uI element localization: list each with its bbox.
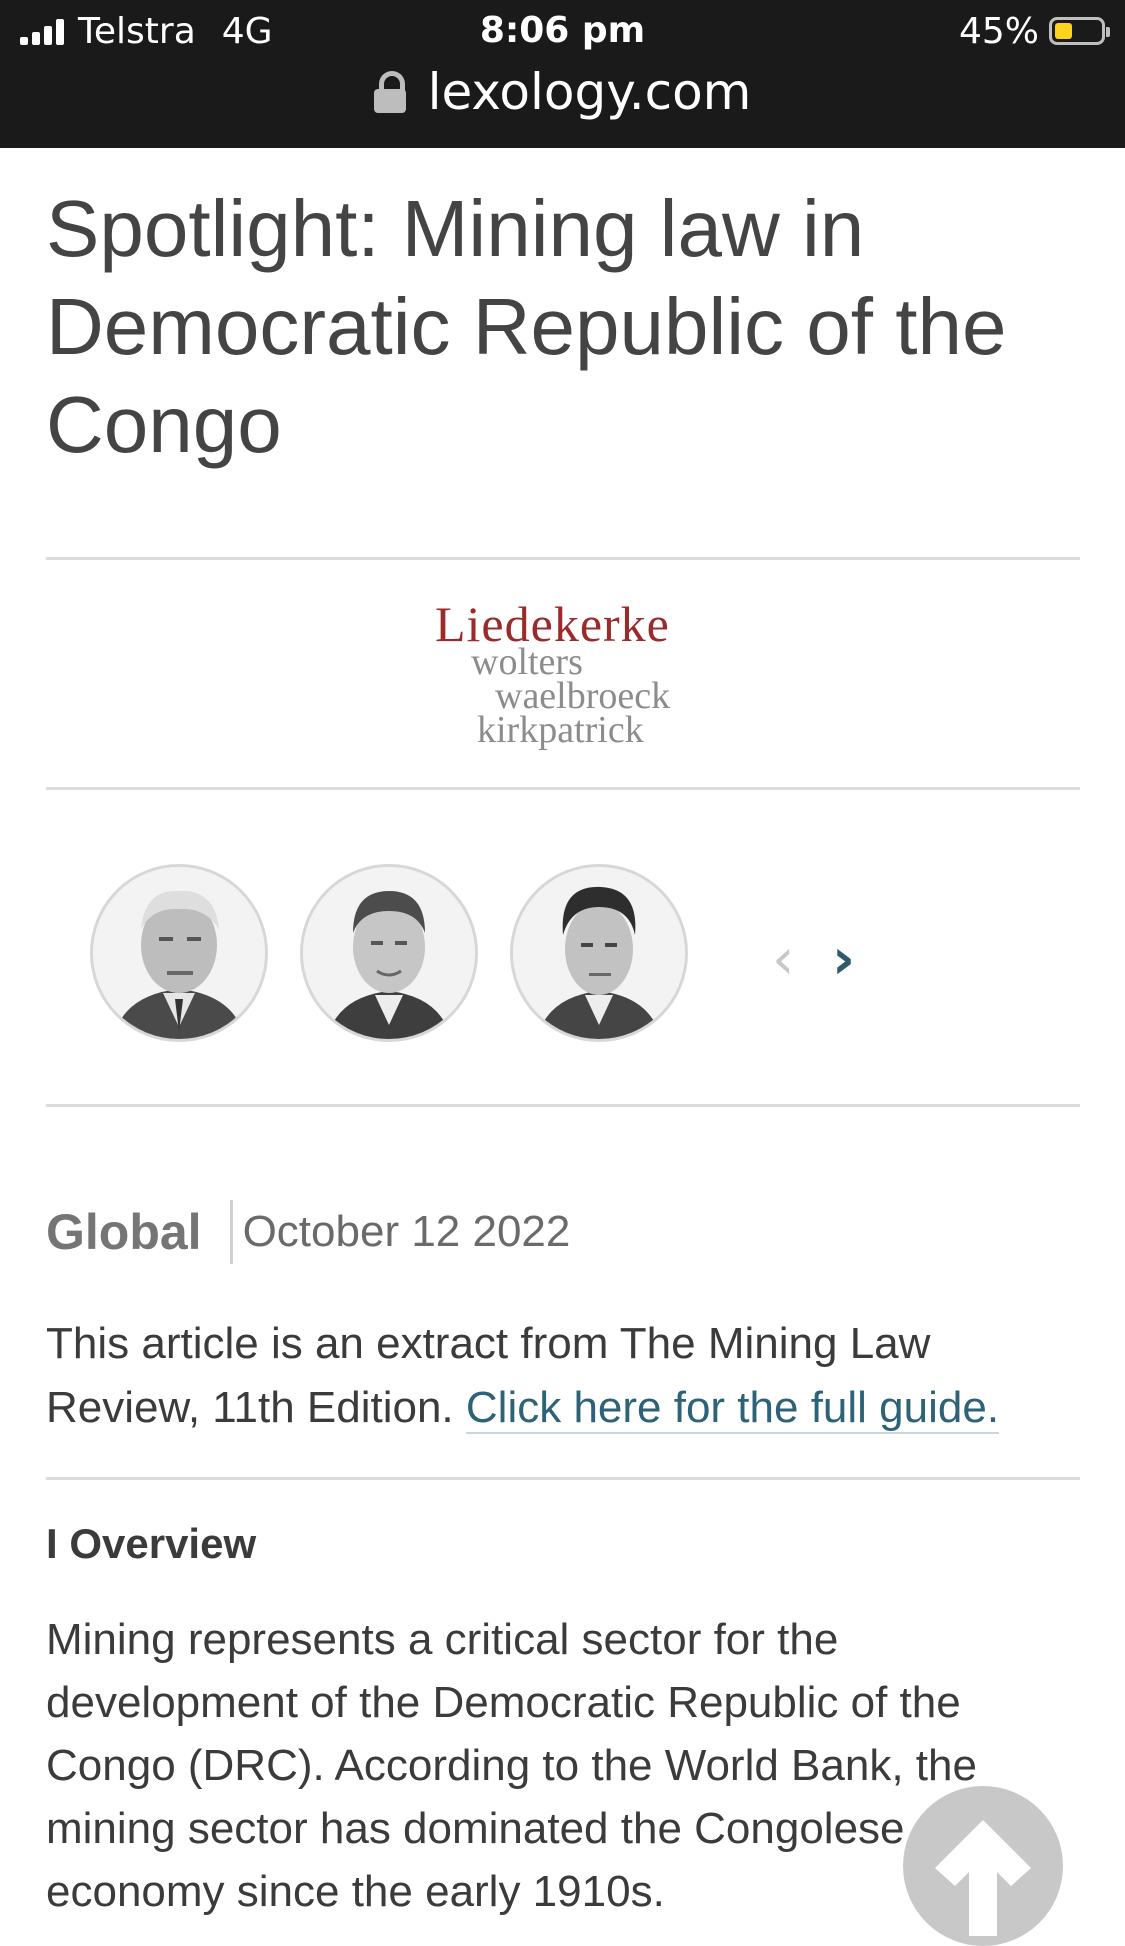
author-avatar[interactable] (90, 864, 268, 1042)
publish-date: October 12 2022 (242, 1207, 571, 1256)
firm-logo[interactable]: Liedekerke wolters waelbroeck kirkpatric… (435, 595, 695, 765)
status-right: 45% (958, 10, 1110, 52)
scroll-to-top-button[interactable] (903, 1786, 1063, 1946)
author-portrait (93, 867, 265, 1039)
author-avatar[interactable] (510, 864, 688, 1042)
battery-percent: 45% (958, 10, 1039, 52)
status-time: 8:06 pm (479, 10, 646, 51)
article-title: Spotlight: Mining law in Democratic Repu… (46, 184, 1007, 469)
firm-logo-line: kirkpatrick (477, 709, 644, 751)
browser-top-bar: Telstra 4G 8:06 pm 45% lexology.com (0, 0, 1125, 148)
chevron-left-icon[interactable]: ‹ (772, 932, 794, 988)
battery-icon (1049, 17, 1110, 45)
divider (46, 557, 1080, 560)
lock-icon (373, 71, 406, 113)
divider (46, 787, 1080, 790)
section-heading: I Overview (46, 1520, 257, 1567)
article-intro: This article is an extract from The Mini… (46, 1312, 1086, 1440)
full-guide-link[interactable]: Click here for the full guide. (465, 1383, 1000, 1434)
divider (46, 1104, 1080, 1107)
article-meta: Global October 12 2022 (46, 1198, 570, 1266)
author-portrait (513, 867, 685, 1039)
battery-level (1055, 23, 1072, 39)
divider (46, 1477, 1080, 1480)
arrow-up-icon (935, 1820, 1031, 1936)
meta-separator (229, 1200, 233, 1264)
url-bar[interactable]: lexology.com (0, 60, 1125, 124)
chevron-right-icon[interactable]: › (832, 932, 855, 988)
author-avatar[interactable] (300, 864, 478, 1042)
url-domain[interactable]: lexology.com (428, 63, 752, 121)
author-portrait (303, 867, 475, 1039)
region-label[interactable]: Global (46, 1203, 202, 1261)
